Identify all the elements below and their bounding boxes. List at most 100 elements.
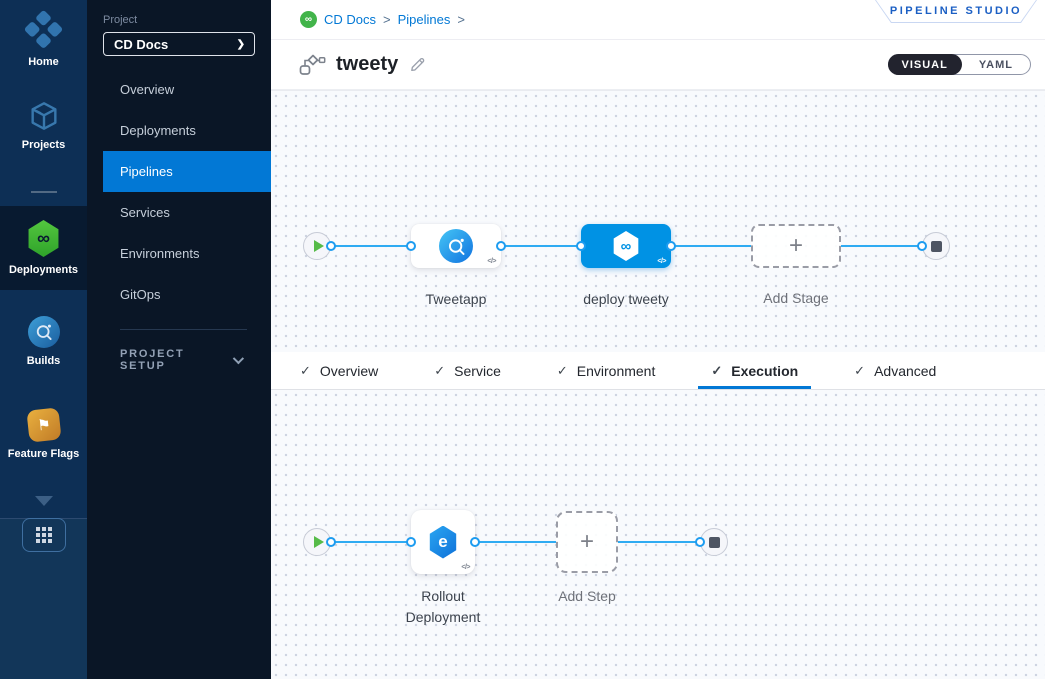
node-port[interactable] <box>406 241 416 251</box>
project-selector[interactable]: CD Docs ❯ <box>103 32 255 56</box>
node-port[interactable] <box>496 241 506 251</box>
code-icon: </> <box>657 258 666 265</box>
node-port[interactable] <box>695 537 705 547</box>
chevron-right-icon: ❯ <box>237 39 245 50</box>
node-port[interactable] <box>326 241 336 251</box>
rail-item-label: Deployments <box>9 264 78 276</box>
stage-canvas[interactable]: </> ∞ </> + Tweetapp deploy tweety Add S… <box>271 90 1045 352</box>
breadcrumb-project-link[interactable]: CD Docs <box>324 12 376 27</box>
add-stage-label: Add Stage <box>721 288 871 309</box>
plus-icon: + <box>580 530 594 554</box>
execution-canvas[interactable]: e </> + Rollout Deployment Add Step <box>271 390 1045 679</box>
tab-label: Overview <box>320 363 378 379</box>
node-port[interactable] <box>406 537 416 547</box>
breadcrumb-separator: > <box>383 12 391 27</box>
code-icon: </> <box>487 258 496 265</box>
feature-flags-icon: ⚑ <box>26 407 61 442</box>
pipeline-studio-badge: PIPELINE STUDIO <box>875 0 1037 23</box>
chevron-down-icon[interactable] <box>35 496 53 506</box>
rail-divider <box>31 191 57 193</box>
stage-node-tweetapp[interactable]: </> <box>411 224 501 268</box>
pipeline-edge <box>618 541 700 543</box>
stop-icon <box>709 537 720 548</box>
edit-pencil-icon[interactable] <box>408 55 427 74</box>
sidebar-item-overview[interactable]: Overview <box>87 69 271 110</box>
add-step-button[interactable]: + <box>556 511 618 573</box>
rail-item-builds[interactable]: Builds <box>0 316 87 367</box>
tab-overview[interactable]: ✓ Overview <box>287 352 391 389</box>
step-node-rollout-deployment[interactable]: e </> <box>411 510 475 574</box>
tab-label: Environment <box>577 363 656 379</box>
rail-item-label: Projects <box>22 139 65 151</box>
project-setup-label: PROJECT SETUP <box>120 348 233 372</box>
custom-stage-icon <box>439 229 473 263</box>
sidebar-item-pipelines[interactable]: Pipelines <box>103 151 271 192</box>
tab-environment[interactable]: ✓ Environment <box>544 352 669 389</box>
project-sidebar: Project CD Docs ❯ Overview Deployments P… <box>87 0 271 679</box>
pipeline-graph-icon <box>299 54 326 76</box>
check-icon: ✓ <box>300 363 311 379</box>
rail-item-feature-flags[interactable]: ⚑ Feature Flags <box>0 409 87 460</box>
breadcrumb-pipelines-link[interactable]: Pipelines <box>398 12 451 27</box>
stage-label: deploy tweety <box>546 289 706 310</box>
node-port[interactable] <box>326 537 336 547</box>
check-icon: ✓ <box>711 363 722 379</box>
stage-label: Tweetapp <box>381 289 531 310</box>
sidebar-item-services[interactable]: Services <box>87 192 271 233</box>
rail-item-label: Builds <box>27 355 61 367</box>
rail-bottom-section <box>0 518 87 679</box>
sidebar-divider <box>120 329 247 330</box>
add-step-label: Add Step <box>522 586 652 607</box>
sidebar-item-deployments[interactable]: Deployments <box>87 110 271 151</box>
tab-execution[interactable]: ✓ Execution <box>698 352 811 389</box>
stage-config-tabs: ✓ Overview ✓ Service ✓ Environment ✓ Exe… <box>271 352 1045 390</box>
add-stage-button[interactable]: + <box>751 224 841 268</box>
node-port[interactable] <box>576 241 586 251</box>
ci-module-icon <box>28 316 60 348</box>
harness-cd-icon: ∞ <box>300 11 317 28</box>
all-modules-button[interactable] <box>22 518 66 552</box>
tab-label: Advanced <box>874 363 936 379</box>
pipeline-edge <box>475 541 556 543</box>
breadcrumb-separator: > <box>457 12 465 27</box>
pipeline-title: tweety <box>336 53 398 76</box>
visual-yaml-toggle: VISUAL YAML <box>888 54 1032 75</box>
toggle-visual-button[interactable]: VISUAL <box>888 54 962 75</box>
code-icon: </> <box>461 564 470 571</box>
project-setup-toggle[interactable]: PROJECT SETUP <box>87 348 271 372</box>
node-port[interactable] <box>470 537 480 547</box>
play-icon <box>314 240 324 252</box>
cube-icon <box>28 100 60 132</box>
pipeline-edge <box>501 245 581 247</box>
check-icon: ✓ <box>434 363 445 379</box>
project-section-label: Project <box>103 14 271 26</box>
node-port[interactable] <box>666 241 676 251</box>
home-icon <box>22 10 66 54</box>
grid-icon <box>36 527 52 543</box>
tab-label: Execution <box>731 363 798 379</box>
node-port[interactable] <box>917 241 927 251</box>
sidebar-item-gitops[interactable]: GitOps <box>87 274 271 315</box>
cd-module-icon: ∞ <box>27 220 61 257</box>
pipeline-edge <box>671 245 751 247</box>
rail-item-label: Feature Flags <box>8 448 80 460</box>
tab-service[interactable]: ✓ Service <box>421 352 514 389</box>
pipeline-edge <box>331 541 411 543</box>
toggle-yaml-button[interactable]: YAML <box>962 59 1030 71</box>
rail-item-label: Home <box>28 56 59 68</box>
stop-icon <box>931 241 942 252</box>
project-nav-list: Overview Deployments Pipelines Services … <box>87 69 271 315</box>
play-icon <box>314 536 324 548</box>
deploy-stage-icon: ∞ <box>612 231 640 261</box>
step-label: Rollout Deployment <box>383 586 503 628</box>
rollout-deployment-icon: e <box>428 526 458 559</box>
pipeline-edge <box>841 245 922 247</box>
sidebar-item-environments[interactable]: Environments <box>87 233 271 274</box>
pipeline-edge <box>331 245 411 247</box>
pipeline-studio-main: PIPELINE STUDIO ∞ CD Docs > Pipelines > … <box>271 0 1045 679</box>
rail-item-projects[interactable]: Projects <box>0 100 87 151</box>
stage-node-deploy-tweety[interactable]: ∞ </> <box>581 224 671 268</box>
rail-item-home[interactable]: Home <box>0 14 87 68</box>
tab-advanced[interactable]: ✓ Advanced <box>841 352 949 389</box>
rail-item-deployments[interactable]: ∞ Deployments <box>0 206 87 290</box>
